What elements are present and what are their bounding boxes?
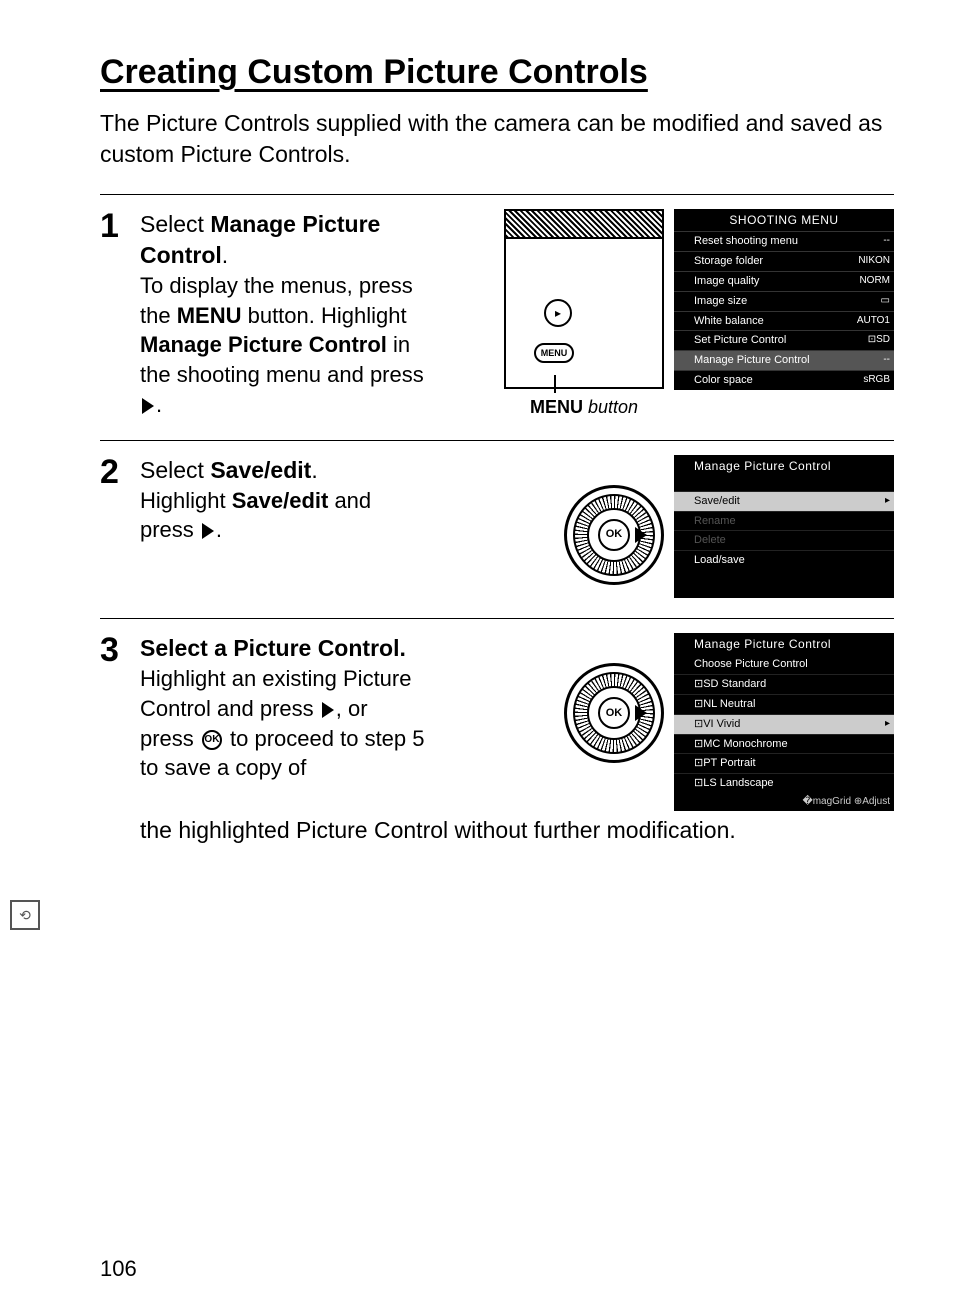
lcd-list-item: ⊡LS Landscape [674,773,894,793]
lcd-menu-row: Reset shooting menu-- [674,231,894,251]
step-1-body: To display the menus, press the MENU but… [140,271,426,419]
right-arrow-icon [635,527,647,543]
menu-button-icon: MENU [534,343,574,363]
text: button. Highlight [241,303,406,328]
text-bold: Save/edit [232,488,329,513]
lcd-choose-picture-control: Manage Picture Control Choose Picture Co… [674,633,894,811]
lcd-manage-picture-control: Manage Picture Control Save/edit▸RenameD… [674,455,894,599]
step-1: 1 Select Manage Picture Control. To disp… [100,194,894,440]
right-arrow-icon [322,702,334,718]
text: button [583,397,638,417]
lcd-menu-row: Storage folderNIKON [674,251,894,271]
lcd-menu-row: Color spacesRGB [674,370,894,390]
section-tab-icon: ⟲ [10,900,40,930]
lcd-menu-row: Manage Picture Control-- [674,350,894,370]
step-3-lead: Select a Picture Control. [140,633,426,664]
camera-caption: MENU button [504,395,664,419]
lcd-title: Manage Picture Control [674,633,894,655]
lcd-list-item: ⊡NL Neutral [674,694,894,714]
text: Select [140,211,210,237]
lcd-shooting-menu: SHOOTING MENU Reset shooting menu--Stora… [674,209,894,390]
step-2-lead: Select Save/edit. [140,455,426,486]
lcd-list-item: Delete [674,530,894,550]
camera-back-diagram: ▸ MENU [504,209,664,389]
lcd-subtitle: Choose Picture Control [674,655,894,674]
page-title: Creating Custom Picture Controls [100,50,894,96]
intro-text: The Picture Controls supplied with the c… [100,108,894,170]
step-1-lead: Select Manage Picture Control. [140,209,426,271]
lcd-title: SHOOTING MENU [674,209,894,231]
text: Select [140,457,210,483]
menu-label-inline: MENU [177,303,242,328]
text: . [216,517,222,542]
lcd-list-item: Save/edit▸ [674,491,894,511]
step-3: 3 Select a Picture Control. Highlight an… [100,618,894,866]
step-2: 2 Select Save/edit. Highlight Save/edit … [100,440,894,619]
multi-selector-dial: OK [564,485,664,585]
lcd-list-item: ⊡VI Vivid▸ [674,714,894,734]
text: MENU [530,397,583,417]
lcd-footer: �magGrid ⊕Adjust [674,793,894,811]
right-arrow-icon [142,398,154,414]
text: Highlight an existing Picture Control an… [140,666,411,721]
lcd-menu-row: White balanceAUTO1 [674,311,894,331]
lcd-title: Manage Picture Control [674,455,894,477]
step-2-number: 2 [100,455,140,599]
multi-selector-dial: OK [564,663,664,763]
step-2-body: Highlight Save/edit and press . [140,486,426,545]
right-arrow-icon [202,523,214,539]
lcd-menu-row: Image size▭ [674,291,894,311]
lcd-menu-row: Set Picture Control⊡SD [674,330,894,350]
playback-button-icon: ▸ [544,299,572,327]
text: . [311,457,317,483]
lcd-list-item: Rename [674,511,894,531]
lcd-list-item: ⊡MC Monochrome [674,734,894,754]
ok-button-icon: OK [598,519,630,551]
lcd-list-item: Load/save [674,550,894,570]
text-bold: Save/edit [210,457,311,483]
ok-button-icon: OK [202,730,222,750]
text-bold: Manage Picture Control [140,332,387,357]
text: . [156,392,162,417]
step-3-body: Highlight an existing Picture Control an… [140,664,426,783]
lcd-list-item: ⊡PT Portrait [674,753,894,773]
lcd-menu-row: Image qualityNORM [674,271,894,291]
step-1-number: 1 [100,209,140,420]
lcd-list-item: ⊡SD Standard [674,674,894,694]
camera-figure: ▸ MENU MENU button [504,209,664,419]
text-bold: Select a Picture Control. [140,635,406,661]
text: Highlight [140,488,232,513]
step-3-body-continued: the highlighted Picture Control without … [140,815,736,846]
step-3-number: 3 [100,633,140,811]
ok-button-icon: OK [598,697,630,729]
text: . [222,242,228,268]
right-arrow-icon [635,705,647,721]
page-number: 106 [100,1254,137,1284]
